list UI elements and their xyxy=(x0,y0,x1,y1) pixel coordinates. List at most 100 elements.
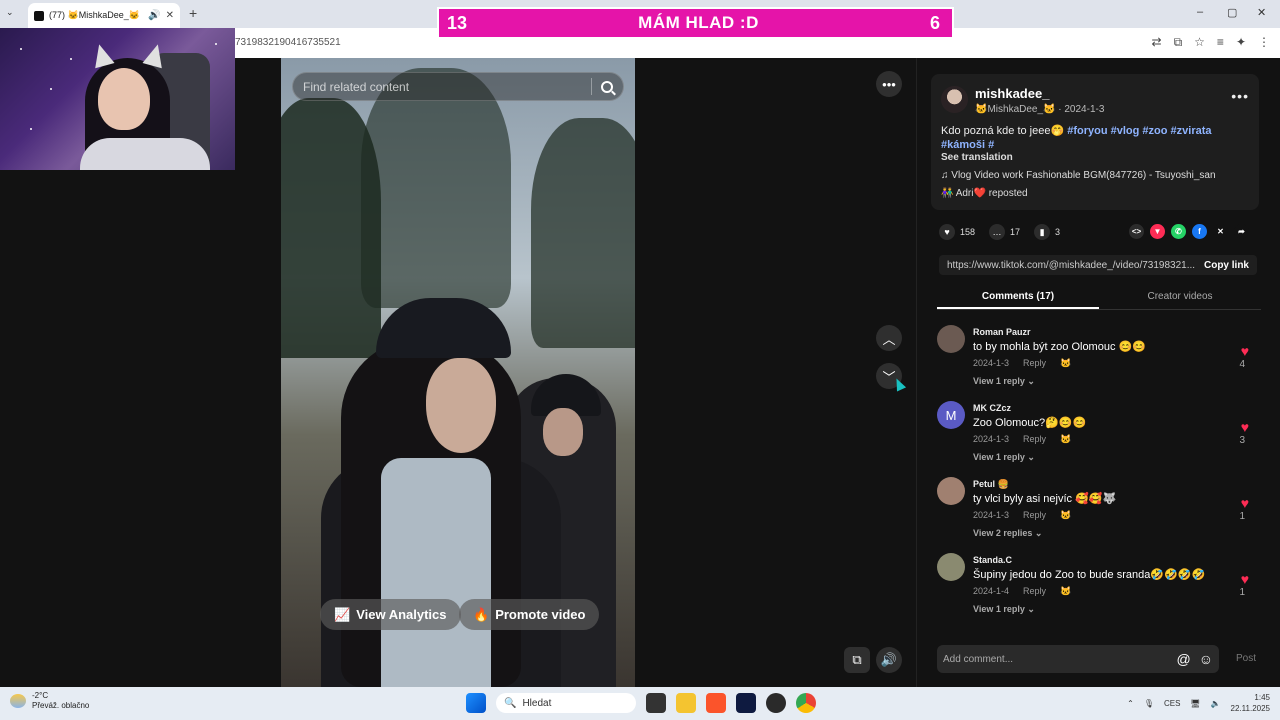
comment-author[interactable]: MK CZcz xyxy=(973,403,1011,413)
emoji-icon[interactable]: ☺ xyxy=(1199,651,1213,667)
comment-text: Šupiny jedou do Zoo to bude sranda🤣🤣🤣🤣 xyxy=(973,569,1206,581)
avatar[interactable] xyxy=(937,325,965,353)
comment-text: to by mohla být zoo Olomouc 😊😊 xyxy=(973,341,1146,353)
menu-icon[interactable]: ⋮ xyxy=(1258,35,1270,50)
share-buttons: <> ▼ ✆ f ✕ ➦ xyxy=(1129,224,1249,239)
comment-button[interactable]: … 17 xyxy=(989,224,1020,240)
system-tray: ⌃ 🎙 CES 🖥 🔈 1:45 22.11.2025 xyxy=(1127,692,1270,714)
video-player[interactable] xyxy=(281,58,635,687)
input-language[interactable]: CES xyxy=(1164,699,1180,708)
previous-video-chevron-up-icon[interactable]: ︿ xyxy=(876,325,902,351)
banner-title: MÁM HLAD :D xyxy=(638,13,759,32)
avatar[interactable] xyxy=(937,553,965,581)
nickname: 🐱MishkaDee_🐱 xyxy=(975,104,1056,115)
view-replies-link[interactable]: View 2 replies ⌄ xyxy=(973,528,1042,539)
creator-badge-icon: 🐱 xyxy=(1060,586,1072,596)
view-replies-link[interactable]: View 1 reply ⌄ xyxy=(973,604,1035,615)
comment-like-count: 1 xyxy=(1239,511,1245,522)
bookmark-star-icon[interactable]: ☆ xyxy=(1194,35,1205,50)
tray-chevron-up-icon[interactable]: ⌃ xyxy=(1127,699,1134,708)
tab-comments[interactable]: Comments (17) xyxy=(937,288,1099,309)
extensions-icon[interactable]: ✦ xyxy=(1236,35,1246,50)
browser-tab[interactable]: (77) 🐱MishkaDee_🐱 (@mi 🔊 ✕ xyxy=(28,3,180,28)
avatar[interactable] xyxy=(937,477,965,505)
steam-icon[interactable] xyxy=(736,693,756,713)
new-tab-button[interactable]: + xyxy=(189,5,197,21)
send-to-friends-icon[interactable]: ▼ xyxy=(1150,224,1165,239)
reply-button[interactable]: Reply xyxy=(1023,586,1046,597)
related-search-input[interactable]: Find related content xyxy=(292,72,624,101)
copy-link-button[interactable]: Copy link xyxy=(1196,260,1257,271)
volume-icon[interactable]: 🔈 xyxy=(1211,699,1221,708)
chrome-icon[interactable] xyxy=(796,693,816,713)
like-button[interactable]: ♥ 158 xyxy=(939,224,975,240)
tab-search-icon[interactable]: ⌄ xyxy=(6,7,14,18)
analytics-chart-icon: 📈 xyxy=(334,606,351,622)
comment-author[interactable]: Roman Pauzr xyxy=(973,327,1031,337)
view-replies-link[interactable]: View 1 reply ⌄ xyxy=(973,376,1035,387)
video-link[interactable]: https://www.tiktok.com/@mishkadee_/video… xyxy=(939,260,1196,271)
task-view-icon[interactable] xyxy=(646,693,666,713)
comment-item: Roman Pauzr to by mohla být zoo Olomouc … xyxy=(937,325,1257,395)
comment-input[interactable]: Add comment... @ ☺ xyxy=(937,645,1219,673)
bookmark-icon: ▮ xyxy=(1034,224,1051,240)
whatsapp-icon[interactable]: ✆ xyxy=(1171,224,1186,239)
network-icon[interactable]: 🖥 xyxy=(1190,699,1200,708)
reading-list-icon[interactable]: ≡ xyxy=(1217,35,1224,50)
weather-cloud-icon xyxy=(10,694,26,708)
view-replies-link[interactable]: View 1 reply ⌄ xyxy=(973,452,1035,463)
avatar[interactable] xyxy=(941,86,968,113)
comment-author[interactable]: Petul 🍔 xyxy=(973,479,1009,490)
comment-author[interactable]: Standa.C xyxy=(973,555,1012,565)
minimize-button[interactable]: – xyxy=(1197,6,1203,18)
picture-in-picture-icon[interactable]: ⧉ xyxy=(844,647,870,673)
comment-like-heart-icon[interactable]: ♥ xyxy=(1241,495,1249,511)
file-explorer-icon[interactable] xyxy=(676,693,696,713)
engagement-stats: ♥ 158 … 17 ▮ 3 xyxy=(939,224,1060,240)
microphone-icon[interactable]: 🎙 xyxy=(1144,699,1154,708)
reply-button[interactable]: Reply xyxy=(1023,358,1046,369)
maximize-button[interactable]: ▢ xyxy=(1227,6,1237,19)
url-text[interactable]: 7319832190416735521 xyxy=(235,37,341,48)
x-twitter-icon[interactable]: ✕ xyxy=(1213,224,1228,239)
volume-icon[interactable]: 🔊 xyxy=(876,647,902,673)
avatar[interactable]: M xyxy=(937,401,965,429)
see-translation-link[interactable]: See translation xyxy=(941,152,1013,163)
comment-like-heart-icon[interactable]: ♥ xyxy=(1241,571,1249,587)
obs-icon[interactable] xyxy=(766,693,786,713)
close-window-button[interactable]: ✕ xyxy=(1257,6,1266,19)
promote-video-button[interactable]: 🔥 Promote video xyxy=(459,599,600,630)
reply-button[interactable]: Reply xyxy=(1023,434,1046,445)
tab-creator-videos[interactable]: Creator videos xyxy=(1099,288,1261,309)
weather-widget[interactable]: -2°C Převáž. oblačno xyxy=(10,691,89,711)
clock[interactable]: 1:45 22.11.2025 xyxy=(1231,692,1270,714)
creator-badge-icon: 🐱 xyxy=(1060,510,1072,520)
share-arrow-icon[interactable]: ➦ xyxy=(1234,224,1249,239)
windows-start-icon[interactable] xyxy=(466,693,486,713)
search-placeholder: Find related content xyxy=(303,79,410,94)
music-row[interactable]: ♫ Vlog Video work Fashionable BGM(847726… xyxy=(941,170,1216,181)
more-options-icon[interactable]: ••• xyxy=(876,71,902,97)
comment-like-heart-icon[interactable]: ♥ xyxy=(1241,419,1249,435)
post-info-card: mishkadee_ 🐱MishkaDee_🐱 · 2024-1-3 ••• K… xyxy=(931,74,1259,210)
tab-close-icon[interactable]: ✕ xyxy=(166,10,174,21)
translate-icon[interactable]: ⇄ xyxy=(1152,35,1162,50)
reply-button[interactable]: Reply xyxy=(1023,510,1046,521)
view-analytics-button[interactable]: 📈 View Analytics xyxy=(320,599,461,630)
comment-like-heart-icon[interactable]: ♥ xyxy=(1241,343,1249,359)
taskbar-search[interactable]: 🔍 Hledat xyxy=(496,693,636,713)
tab-mute-icon[interactable]: 🔊 xyxy=(148,10,160,21)
music-note-icon: ♫ xyxy=(941,170,949,181)
reposter-name[interactable]: Adri❤️ xyxy=(956,188,986,199)
caption-text: Kdo pozná kde to jeee🤭 xyxy=(941,125,1065,137)
post-more-icon[interactable]: ••• xyxy=(1231,88,1249,104)
mention-at-icon[interactable]: @ xyxy=(1176,651,1190,667)
brave-browser-icon[interactable] xyxy=(706,693,726,713)
username[interactable]: mishkadee_ xyxy=(975,86,1049,101)
save-button[interactable]: ▮ 3 xyxy=(1034,224,1060,240)
post-comment-button[interactable]: Post xyxy=(1236,653,1256,664)
facebook-icon[interactable]: f xyxy=(1192,224,1207,239)
embed-code-icon[interactable]: <> xyxy=(1129,224,1144,239)
install-app-icon[interactable]: ⧉ xyxy=(1174,35,1183,50)
search-icon[interactable] xyxy=(601,80,613,93)
